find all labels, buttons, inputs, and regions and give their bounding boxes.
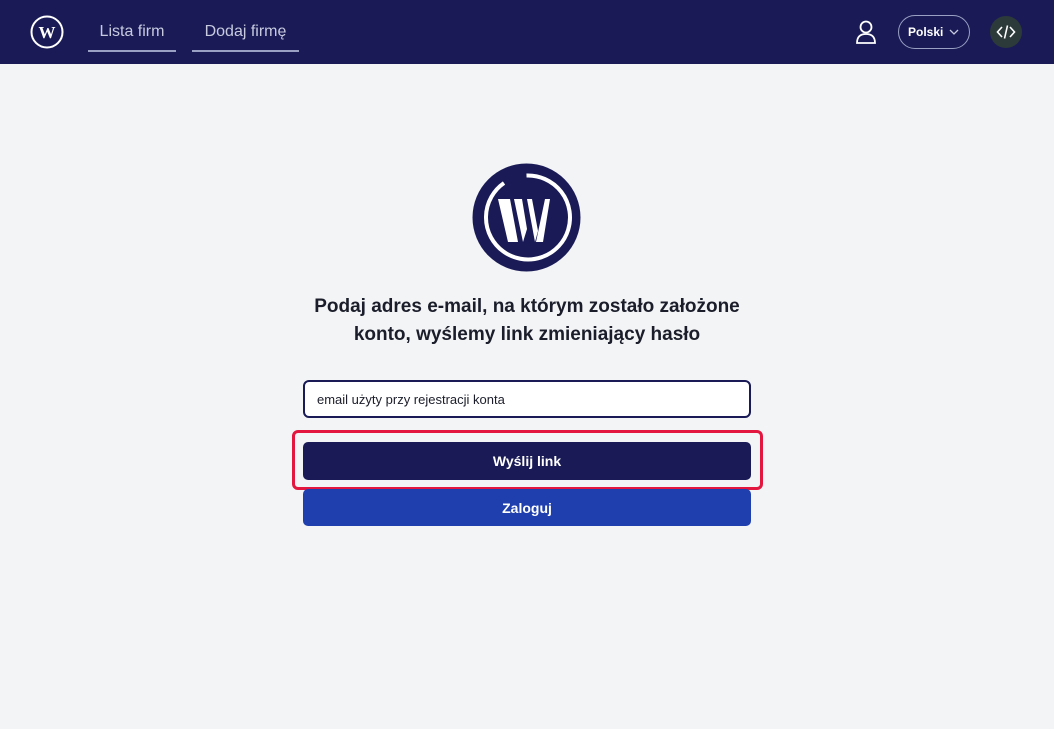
page-heading: Podaj adres e-mail, na którym zostało za…: [277, 293, 777, 349]
nav-link-company-list[interactable]: Lista firm: [88, 14, 176, 52]
heading-line-1: Podaj adres e-mail, na którym zostało za…: [314, 296, 740, 317]
email-input[interactable]: [303, 380, 751, 418]
code-button[interactable]: [990, 16, 1022, 48]
send-link-button[interactable]: Wyślij link: [303, 442, 751, 480]
chevron-down-icon: [949, 29, 959, 35]
w-logo-icon: [472, 163, 581, 272]
language-label: Polski: [908, 25, 944, 39]
w-logo-icon[interactable]: W: [30, 15, 64, 49]
login-button[interactable]: Zaloguj: [303, 489, 751, 526]
nav-link-add-company[interactable]: Dodaj firmę: [192, 14, 299, 52]
code-icon: [996, 25, 1016, 39]
heading-line-2: konto, wyślemy link zmieniający hasło: [353, 324, 701, 345]
svg-text:W: W: [39, 23, 56, 42]
user-icon[interactable]: [855, 20, 877, 44]
language-select[interactable]: Polski: [898, 15, 970, 49]
top-navbar: W Lista firm Dodaj firmę Polski: [0, 0, 1054, 64]
